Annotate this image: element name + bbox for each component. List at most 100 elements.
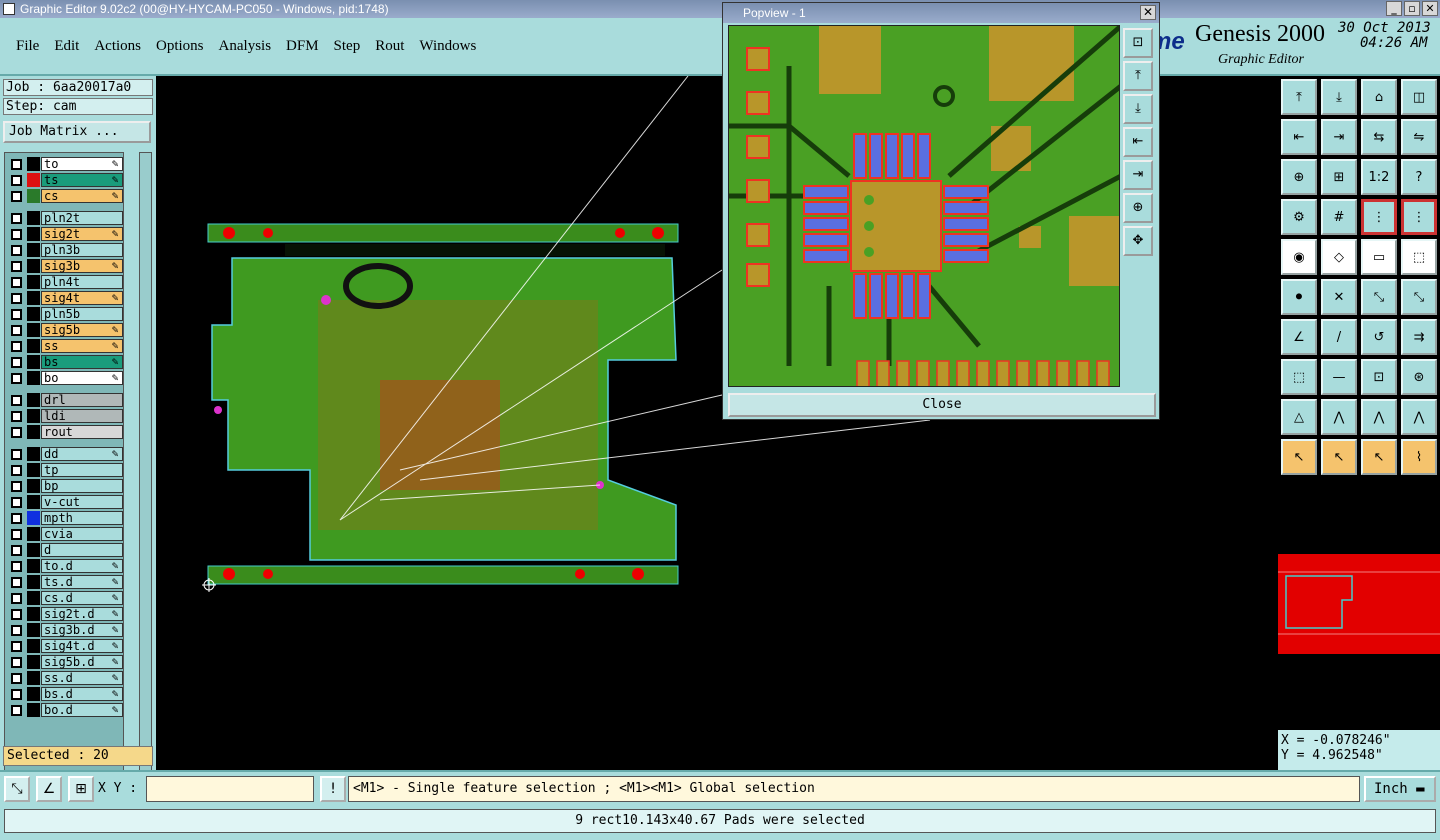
layer-color-swatch[interactable] <box>27 591 40 605</box>
layer-color-swatch[interactable] <box>27 291 40 305</box>
layer-name[interactable]: dd ✎ <box>41 447 123 461</box>
layer-row-ts-d[interactable]: ts.d ✎ <box>5 575 123 590</box>
layer-row-sig5b[interactable]: sig5b ✎ <box>5 323 123 338</box>
layer-name[interactable]: pln3b <box>41 243 123 257</box>
layer-checkbox[interactable] <box>11 325 22 336</box>
layer-color-swatch[interactable] <box>27 447 40 461</box>
unit-select[interactable]: Inch ▬ <box>1364 776 1436 802</box>
tool-button-19[interactable]: ⬚ <box>1401 239 1437 275</box>
tool-button-39[interactable]: ⌇ <box>1401 439 1437 475</box>
tool-button-18[interactable]: ▭ <box>1361 239 1397 275</box>
layer-row-ts[interactable]: ts ✎ <box>5 173 123 188</box>
layer-color-swatch[interactable] <box>27 623 40 637</box>
tool-button-3[interactable]: ◫ <box>1401 79 1437 115</box>
layer-name[interactable]: ts ✎ <box>41 173 123 187</box>
layer-row-v-cut[interactable]: v-cut <box>5 495 123 510</box>
layer-row-mpth[interactable]: mpth <box>5 511 123 526</box>
layer-checkbox[interactable] <box>11 545 22 556</box>
layer-row-sig2t-d[interactable]: sig2t.d ✎ <box>5 607 123 622</box>
layer-name[interactable]: bs ✎ <box>41 355 123 369</box>
layer-color-swatch[interactable] <box>27 371 40 385</box>
layer-row-ss[interactable]: ss ✎ <box>5 339 123 354</box>
popview-zoom-icon[interactable]: ⊡ <box>1123 28 1153 58</box>
menu-edit[interactable]: Edit <box>54 38 79 55</box>
overview-minimap[interactable] <box>1278 554 1440 654</box>
tool-button-6[interactable]: ⇆ <box>1361 119 1397 155</box>
layer-color-swatch[interactable] <box>27 703 40 717</box>
layer-checkbox[interactable] <box>11 341 22 352</box>
layer-checkbox[interactable] <box>11 529 22 540</box>
layer-row-pln5b[interactable]: pln5b <box>5 307 123 322</box>
layer-color-swatch[interactable] <box>27 189 40 203</box>
layer-checkbox[interactable] <box>11 593 22 604</box>
layer-color-swatch[interactable] <box>27 575 40 589</box>
layer-name[interactable]: pln2t <box>41 211 123 225</box>
layer-color-swatch[interactable] <box>27 323 40 337</box>
layer-color-swatch[interactable] <box>27 259 40 273</box>
layer-checkbox[interactable] <box>11 577 22 588</box>
tool-button-21[interactable]: ✕ <box>1321 279 1357 315</box>
layer-row-drl[interactable]: drl <box>5 393 123 408</box>
layer-name[interactable]: tp <box>41 463 123 477</box>
layer-name[interactable]: cs ✎ <box>41 189 123 203</box>
zoom-window-button[interactable]: ⤡ <box>4 776 30 802</box>
layer-checkbox[interactable] <box>11 705 22 716</box>
popview-pan-up-icon[interactable]: ⤒ <box>1123 61 1153 91</box>
layer-row-sig3b-d[interactable]: sig3b.d ✎ <box>5 623 123 638</box>
menu-rout[interactable]: Rout <box>375 38 404 55</box>
menu-analysis[interactable]: Analysis <box>219 38 272 55</box>
layer-row-tp[interactable]: tp <box>5 463 123 478</box>
tool-button-20[interactable]: ⚫ <box>1281 279 1317 315</box>
layer-name[interactable]: to.d ✎ <box>41 559 123 573</box>
layer-color-swatch[interactable] <box>27 655 40 669</box>
tool-button-33[interactable]: ⋀ <box>1321 399 1357 435</box>
popview-close-icon[interactable]: ✕ <box>1140 5 1156 20</box>
layer-row-pln4t[interactable]: pln4t <box>5 275 123 290</box>
layer-name[interactable]: ss.d ✎ <box>41 671 123 685</box>
layer-color-swatch[interactable] <box>27 511 40 525</box>
layer-name[interactable]: cvia <box>41 527 123 541</box>
layer-row-sig4t-d[interactable]: sig4t.d ✎ <box>5 639 123 654</box>
tool-button-1[interactable]: ⤓ <box>1321 79 1357 115</box>
layer-row-bp[interactable]: bp <box>5 479 123 494</box>
layer-row-bs[interactable]: bs ✎ <box>5 355 123 370</box>
layer-checkbox[interactable] <box>11 427 22 438</box>
layer-checkbox[interactable] <box>11 689 22 700</box>
minimize-button[interactable]: _ <box>1386 1 1402 16</box>
tool-button-2[interactable]: ⌂ <box>1361 79 1397 115</box>
layer-color-swatch[interactable] <box>27 639 40 653</box>
tool-button-24[interactable]: ∠ <box>1281 319 1317 355</box>
layer-color-swatch[interactable] <box>27 355 40 369</box>
layer-row-to-d[interactable]: to.d ✎ <box>5 559 123 574</box>
layer-row-pln2t[interactable]: pln2t <box>5 211 123 226</box>
close-window-button[interactable]: ✕ <box>1422 1 1438 16</box>
layer-color-swatch[interactable] <box>27 227 40 241</box>
layer-name[interactable]: sig2t.d ✎ <box>41 607 123 621</box>
layer-row-sig4t[interactable]: sig4t ✎ <box>5 291 123 306</box>
layer-name[interactable]: mpth <box>41 511 123 525</box>
layer-checkbox[interactable] <box>11 497 22 508</box>
tool-button-36[interactable]: ↖ <box>1281 439 1317 475</box>
layer-row-to[interactable]: to ✎ <box>5 157 123 172</box>
layer-checkbox[interactable] <box>11 411 22 422</box>
layer-row-sig5b-d[interactable]: sig5b.d ✎ <box>5 655 123 670</box>
menu-options[interactable]: Options <box>156 38 204 55</box>
layer-color-swatch[interactable] <box>27 543 40 557</box>
snap-button[interactable]: ⊞ <box>68 776 94 802</box>
layer-color-swatch[interactable] <box>27 495 40 509</box>
layer-row-sig2t[interactable]: sig2t ✎ <box>5 227 123 242</box>
layer-row-bs-d[interactable]: bs.d ✎ <box>5 687 123 702</box>
tool-button-9[interactable]: ⊞ <box>1321 159 1357 195</box>
layer-checkbox[interactable] <box>11 213 22 224</box>
tool-button-31[interactable]: ⊛ <box>1401 359 1437 395</box>
tool-button-14[interactable]: ⋮ <box>1361 199 1397 235</box>
layer-checkbox[interactable] <box>11 609 22 620</box>
layer-checkbox[interactable] <box>11 465 22 476</box>
tool-button-11[interactable]: ? <box>1401 159 1437 195</box>
layer-color-swatch[interactable] <box>27 409 40 423</box>
layer-color-swatch[interactable] <box>27 671 40 685</box>
layer-checkbox[interactable] <box>11 481 22 492</box>
layer-checkbox[interactable] <box>11 657 22 668</box>
layer-row-cs[interactable]: cs ✎ <box>5 189 123 204</box>
layer-checkbox[interactable] <box>11 673 22 684</box>
